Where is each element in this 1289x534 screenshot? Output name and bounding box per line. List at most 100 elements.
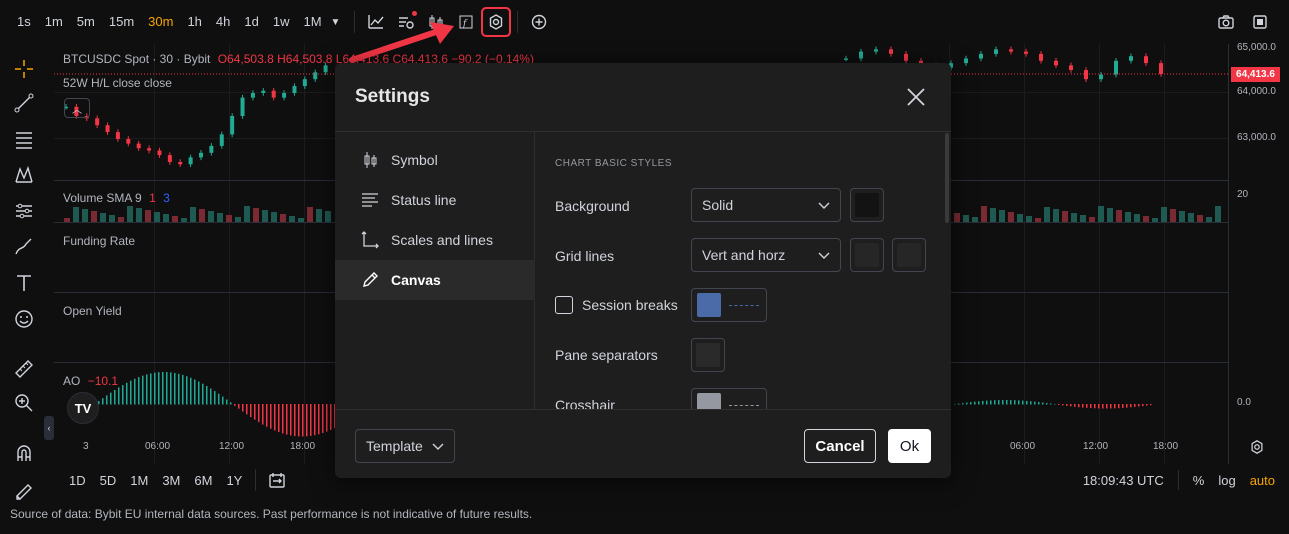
timeframe-5m[interactable]: 5m (70, 0, 102, 44)
range-3M[interactable]: 3M (155, 473, 187, 488)
volume-bar (954, 213, 960, 222)
volume-bar (999, 210, 1005, 222)
zoom-icon[interactable] (9, 388, 39, 418)
range-6M[interactable]: 6M (187, 473, 219, 488)
nav-item-canvas[interactable]: Canvas (335, 260, 535, 300)
tradingview-logo[interactable]: TV (67, 392, 99, 424)
ao-bar (254, 404, 256, 420)
range-5D[interactable]: 5D (93, 473, 124, 488)
session-breaks-color-swatch[interactable] (691, 288, 767, 322)
session-breaks-checkbox[interactable] (555, 296, 573, 314)
prediction-icon[interactable] (9, 196, 39, 226)
ao-bar (306, 404, 308, 437)
timeframe-1d[interactable]: 1d (237, 0, 265, 44)
grid-lines-select[interactable]: Vert and horz (691, 238, 841, 272)
toolbar-divider (517, 11, 519, 33)
candle-body (147, 148, 152, 151)
timeframe-dropdown-icon[interactable]: ▼ (331, 17, 341, 28)
ok-button[interactable]: Ok (888, 429, 931, 463)
volume-bar (1179, 211, 1185, 222)
timeframe-1s[interactable]: 1s (10, 0, 38, 44)
close-icon[interactable] (903, 84, 929, 110)
nav-item-scales-and-lines[interactable]: Scales and lines (335, 220, 535, 260)
ao-bar (986, 400, 988, 405)
range-1D[interactable]: 1D (62, 473, 93, 488)
camera-icon[interactable] (1211, 7, 1241, 37)
collapse-legend-button[interactable]: ︿ (64, 98, 90, 118)
candle-body (1084, 70, 1088, 80)
ruler-icon[interactable] (9, 354, 39, 384)
background-select[interactable]: Solid (691, 188, 841, 222)
emoji-icon[interactable] (9, 304, 39, 334)
ao-bar (286, 404, 288, 435)
open-yield-legend[interactable]: Open Yield (63, 304, 122, 318)
ao-bar (194, 379, 196, 405)
nav-item-symbol[interactable]: Symbol (335, 140, 535, 180)
chevron-down-icon (818, 247, 830, 263)
magnet-icon[interactable] (9, 438, 39, 468)
price-axis[interactable]: 65,000.0 64,413.6 64,000.0 63,000.0 20 0… (1228, 42, 1289, 464)
pane-separators-color-swatch[interactable] (691, 338, 725, 372)
ao-bar (274, 404, 276, 431)
candle-body (904, 53, 908, 61)
log-toggle[interactable]: log (1218, 473, 1235, 488)
timeframe-30m[interactable]: 30m (141, 0, 180, 44)
add-icon[interactable] (524, 7, 554, 37)
lock-drawing-icon[interactable] (9, 474, 39, 504)
date-range-icon[interactable] (262, 465, 292, 495)
cancel-button[interactable]: Cancel (804, 429, 876, 463)
settings-scrollbar[interactable] (945, 133, 949, 223)
timeframe-15m[interactable]: 15m (102, 0, 141, 44)
candle-body (1129, 56, 1133, 61)
range-1Y[interactable]: 1Y (219, 473, 249, 488)
percent-toggle[interactable]: % (1193, 473, 1205, 488)
ao-bar (234, 404, 236, 406)
timeframe-4h[interactable]: 4h (209, 0, 237, 44)
grid-lines-value: Vert and horz (702, 247, 786, 263)
timeframe-1h[interactable]: 1h (180, 0, 208, 44)
ao-bar (1030, 401, 1032, 405)
chart-settings-gear-icon[interactable] (1246, 436, 1268, 458)
candle-body (282, 93, 287, 98)
timeframe-1M[interactable]: 1M (296, 0, 328, 44)
candle-body (167, 155, 172, 162)
pattern-icon[interactable] (9, 160, 39, 190)
volume-bar (109, 215, 115, 222)
candle-body (292, 86, 297, 93)
ao-bar (1006, 400, 1008, 405)
timeframe-1w[interactable]: 1w (266, 0, 297, 44)
candle-body (1054, 60, 1058, 66)
fib-icon[interactable] (9, 124, 39, 154)
ao-bar (278, 404, 280, 433)
settings-gear-icon[interactable] (481, 7, 512, 37)
template-button[interactable]: Template (355, 429, 455, 463)
notification-dot (412, 11, 418, 16)
crosshair-icon[interactable] (9, 54, 39, 84)
background-color-swatch[interactable] (850, 188, 884, 222)
ao-legend[interactable]: AO −10.1 (63, 374, 118, 388)
range-1M[interactable]: 1M (123, 473, 155, 488)
nav-item-status-line[interactable]: Status line (335, 180, 535, 220)
ao-label: AO (63, 374, 81, 388)
ao-bar (290, 404, 292, 436)
collapse-toolbar-button[interactable]: ‹ (44, 416, 54, 440)
ao-bar (1094, 404, 1096, 409)
vert-grid-color-swatch[interactable] (850, 238, 884, 272)
ao-bar (1114, 404, 1116, 409)
timeframe-1m[interactable]: 1m (38, 0, 70, 44)
fullscreen-icon[interactable] (1245, 7, 1275, 37)
horz-grid-color-swatch[interactable] (892, 238, 926, 272)
volume-legend[interactable]: Volume SMA 9 1 3 (63, 191, 170, 205)
trend-line-icon[interactable] (9, 88, 39, 118)
ao-bar (1054, 403, 1056, 405)
ao-bar (966, 402, 968, 405)
funding-rate-legend[interactable]: Funding Rate (63, 234, 135, 248)
auto-toggle[interactable]: auto (1250, 473, 1275, 488)
study-52w-legend[interactable]: 52W H/L close close (63, 76, 172, 90)
ao-bar (954, 404, 956, 405)
brush-icon[interactable] (9, 232, 39, 262)
clock[interactable]: 18:09:43 UTC (1083, 473, 1164, 488)
text-icon[interactable] (9, 268, 39, 298)
crosshair-color-swatch[interactable] (691, 388, 767, 409)
ao-bar (134, 378, 136, 405)
